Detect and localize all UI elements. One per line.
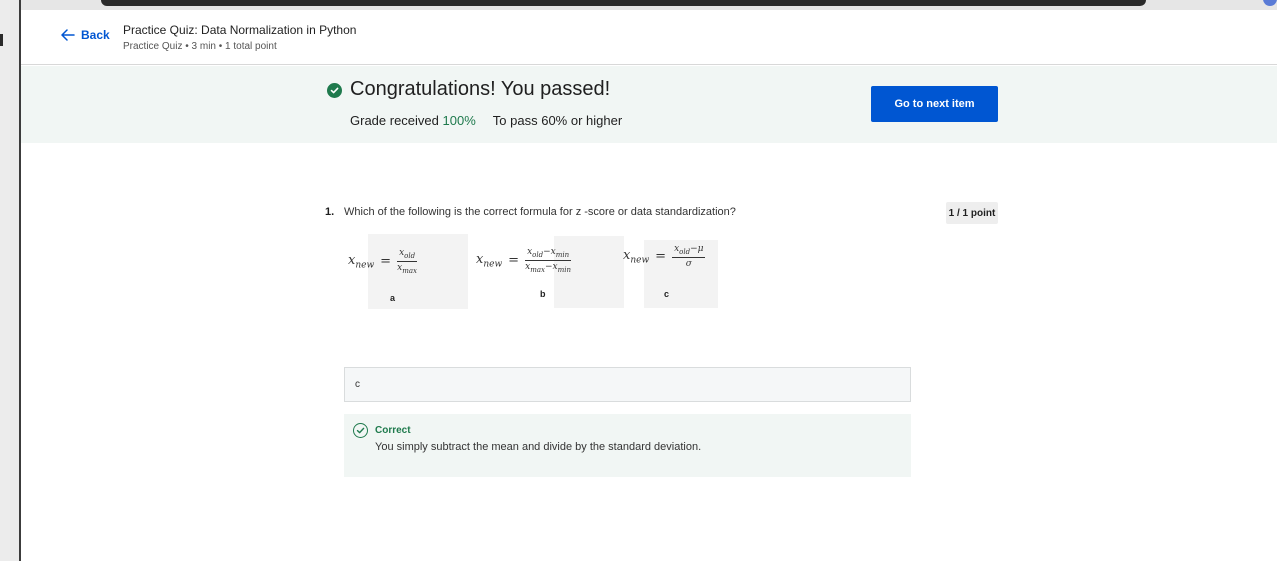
quiz-meta: Practice Quiz • 3 min • 1 total point: [123, 41, 277, 52]
grade-line: Grade received 100% To pass 60% or highe…: [350, 113, 622, 128]
quiz-page: Back Practice Quiz: Data Normalization i…: [0, 0, 1277, 561]
back-link[interactable]: Back: [61, 28, 110, 42]
quiz-title: Practice Quiz: Data Normalization in Pyt…: [123, 23, 357, 37]
answer-field[interactable]: c: [344, 367, 911, 402]
feedback-text: You simply subtract the mean and divide …: [375, 441, 702, 453]
formula-a: xnew = xold xmax: [348, 248, 418, 275]
quiz-header: Back Practice Quiz: Data Normalization i…: [21, 10, 1277, 65]
question-text: Which of the following is the correct fo…: [344, 206, 736, 218]
check-circle-icon: [327, 83, 342, 98]
option-label-a: a: [390, 293, 396, 303]
check-circle-outline-icon: [353, 423, 368, 438]
answer-value: c: [355, 379, 360, 390]
formula-image: xnew = xold xmax a xnew = xold−xmin xmax…: [344, 230, 720, 310]
grade-label: Grade received: [350, 113, 439, 128]
formula-c: xnew = xold−μ σ: [623, 244, 706, 269]
profile-dot[interactable]: [1263, 0, 1277, 6]
formula-b: xnew = xold−xmin xmax−xmin: [476, 247, 572, 274]
next-item-button[interactable]: Go to next item: [871, 86, 998, 122]
points-badge: 1 / 1 point: [946, 202, 998, 224]
arrow-left-icon: [61, 29, 75, 41]
browser-top-strip: [21, 0, 1277, 10]
left-strip: [0, 0, 19, 561]
option-label-b: b: [540, 289, 546, 299]
sidebar-handle[interactable]: [0, 34, 3, 46]
pass-title: Congratulations! You passed!: [350, 78, 611, 100]
pass-banner: Congratulations! You passed! Grade recei…: [21, 66, 1277, 143]
feedback-box: Correct You simply subtract the mean and…: [344, 414, 911, 477]
pass-label: To pass: [492, 113, 538, 128]
back-label: Back: [81, 28, 110, 42]
top-bar: [101, 0, 1146, 6]
option-label-c: c: [664, 289, 670, 299]
left-gutter: [0, 0, 21, 561]
pass-value: 60% or higher: [541, 113, 623, 128]
question-number: 1.: [325, 206, 335, 218]
feedback-status: Correct: [375, 425, 411, 436]
grade-value: 100%: [442, 113, 476, 128]
